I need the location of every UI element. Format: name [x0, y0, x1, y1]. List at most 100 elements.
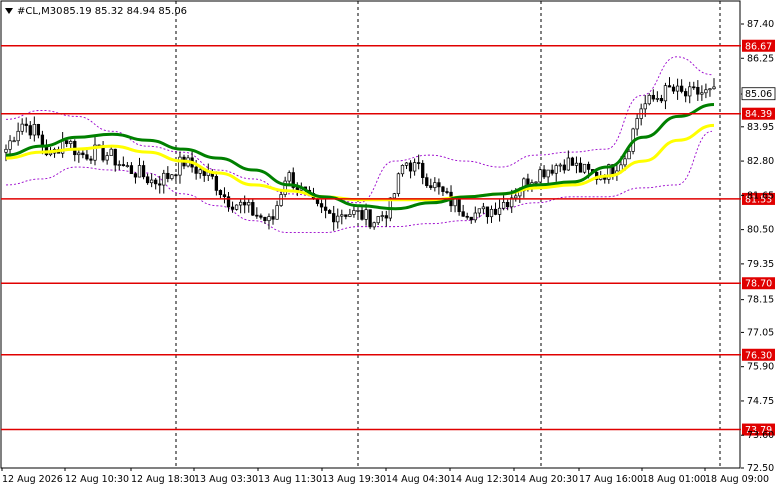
candle-body — [218, 190, 223, 196]
candles — [4, 77, 716, 231]
candle-body — [461, 211, 465, 217]
candle-body — [234, 204, 239, 210]
candle-body — [501, 202, 506, 209]
candle-body — [404, 162, 409, 166]
candle-body — [704, 89, 708, 94]
candle-body — [69, 141, 73, 144]
candle-body — [433, 182, 437, 188]
level-tag-label: 84.39 — [745, 109, 772, 120]
candle-body — [712, 86, 716, 90]
ma-yellow — [5, 123, 715, 202]
candle-body — [319, 203, 324, 208]
candle-body — [85, 154, 89, 160]
candle-body — [36, 124, 41, 136]
candle-body — [133, 173, 138, 178]
x-tick-label: 13 Aug 19:30 — [322, 474, 386, 485]
candle-body — [323, 206, 328, 211]
candle-body — [259, 215, 263, 218]
candle-body — [154, 179, 158, 185]
candle-body — [437, 182, 441, 188]
candle-body — [65, 140, 69, 144]
y-tick-label: 74.75 — [747, 396, 774, 407]
candle-body — [663, 85, 668, 102]
candle-body — [194, 166, 198, 174]
candle-body — [627, 151, 631, 160]
candle-body — [667, 85, 672, 88]
candle-body — [696, 86, 700, 95]
candle-body — [376, 216, 380, 224]
chart-header: #CL,M30 85.19 85.32 84.94 85.06 — [5, 6, 187, 17]
symbol-label: #CL,M30 — [17, 6, 62, 17]
candle-body — [384, 215, 388, 219]
level-tag-label: 76.30 — [745, 350, 772, 361]
candle-body — [105, 155, 109, 161]
candle-body — [121, 164, 125, 167]
candle-body — [117, 164, 121, 166]
y-tick-label: 73.60 — [747, 430, 774, 441]
candle-body — [198, 169, 202, 174]
chart-root: 86.67 84.39 81.53 78.70 76.30 73.79 87.40 86.2… — [0, 0, 781, 489]
collapse-triangle-icon[interactable] — [5, 8, 13, 14]
candle-body — [708, 88, 712, 91]
candle-body — [267, 216, 271, 222]
candle-body — [222, 194, 227, 198]
price-chart[interactable]: 86.6784.3981.5378.7076.3073.79 87.4086.2… — [0, 0, 781, 489]
candle-body — [315, 198, 320, 204]
candle-body — [550, 169, 554, 174]
candle-body — [263, 216, 267, 222]
band-upper — [5, 56, 713, 204]
candle-body — [28, 125, 32, 136]
candle-body — [125, 165, 130, 167]
candle-body — [20, 123, 24, 132]
candle-body — [675, 85, 680, 92]
x-tick-label: 12 Aug 18:30 — [131, 474, 195, 485]
x-tick-label: 14 Aug 04:30 — [386, 474, 450, 485]
x-tick-label: 12 Aug 2026 — [2, 474, 63, 485]
candle-body — [582, 163, 587, 173]
candle-body — [534, 181, 538, 184]
candle-body — [372, 222, 376, 228]
candle-body — [162, 172, 166, 186]
candle-body — [328, 210, 332, 214]
y-tick-label: 81.65 — [747, 190, 774, 201]
candle-body — [412, 162, 417, 172]
x-tick-label: 14 Aug 12:30 — [450, 474, 514, 485]
candle-body — [542, 169, 546, 178]
price-axis: 87.4086.2585.0583.9582.8081.6580.5079.35… — [741, 19, 776, 474]
candle-body — [578, 162, 583, 173]
candle-body — [417, 162, 421, 164]
candle-body — [251, 202, 255, 216]
candle-body — [170, 174, 174, 179]
candle-body — [562, 164, 566, 171]
candle-body — [149, 179, 154, 184]
candle-body — [368, 209, 372, 228]
moving-averages — [5, 102, 715, 211]
candle-body — [24, 123, 28, 126]
candle-body — [279, 194, 283, 206]
candle-body — [158, 183, 162, 186]
candle-body — [348, 214, 352, 217]
time-axis: 12 Aug 2026 12 Aug 10:30 12 Aug 18:3013 Au… — [1, 468, 769, 485]
candle-body — [247, 202, 251, 206]
candle-body — [477, 208, 481, 214]
candle-body — [586, 163, 591, 170]
candle-body — [332, 213, 336, 223]
candle-body — [396, 173, 401, 195]
candle-body — [655, 98, 660, 100]
candle-body — [506, 202, 510, 208]
candle-body — [425, 177, 429, 186]
y-tick-label: 77.05 — [747, 327, 774, 338]
candle-body — [538, 169, 542, 183]
candle-body — [514, 195, 518, 199]
candle-body — [12, 140, 16, 143]
candle-body — [4, 148, 8, 153]
candle-body — [81, 152, 85, 156]
x-tick-label: 13 Aug 03:30 — [194, 474, 258, 485]
candle-body — [356, 210, 360, 212]
y-tick-label: 86.25 — [747, 53, 774, 64]
candle-body — [32, 124, 36, 136]
current-price-label: 85.06 — [745, 89, 772, 100]
candle-body — [554, 165, 558, 174]
candle-body — [465, 215, 469, 218]
candle-body — [360, 210, 364, 220]
